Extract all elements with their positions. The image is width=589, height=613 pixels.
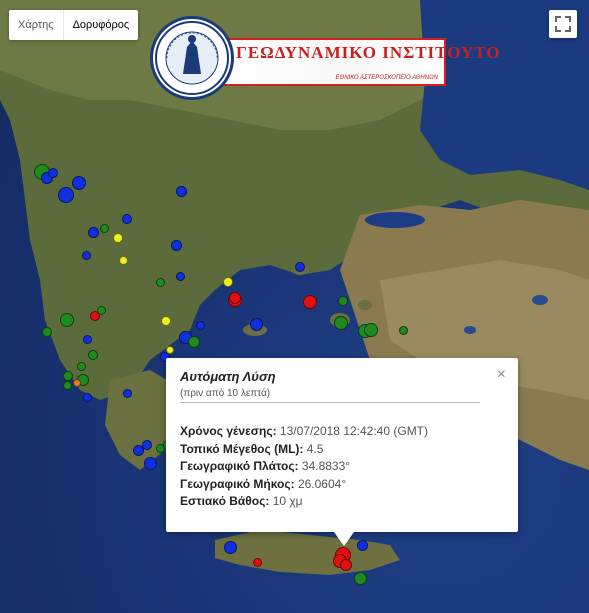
logo-title: ΓΕΩΔΥΝΑΜΙΚΟ ΙΝΣΤΙΤΟΥΤΟ	[236, 43, 501, 62]
earthquake-marker-green[interactable]	[364, 323, 378, 337]
logo-subtitle: ΕΘΝΙΚΟ ΑΣΤΕΡΟΣΚΟΠΕΙΟ ΑΘΗΝΩΝ	[335, 75, 438, 81]
popup-details: Χρόνος γένεσης: 13/07/2018 12:42:40 (GMT…	[180, 423, 428, 511]
earthquake-marker-yellow[interactable]	[166, 346, 174, 354]
earthquake-marker-green[interactable]	[63, 371, 73, 381]
earthquake-marker-blue[interactable]	[295, 262, 305, 272]
institute-logo: ΓΕΩΔΥΝΑΜΙΚΟ ΙΝΣΤΙΤΟΥΤΟ ΕΘΝΙΚΟ ΑΣΤΕΡΟΣΚΟΠ…	[150, 16, 500, 102]
detail-depth: Εστιακό Βάθος: 10 χμ	[180, 494, 303, 508]
earthquake-marker-blue[interactable]	[82, 334, 92, 344]
earthquake-marker-yellow[interactable]	[118, 255, 128, 265]
earthquake-marker-red[interactable]	[252, 557, 262, 567]
earthquake-marker-yellow[interactable]	[161, 316, 171, 326]
map-type-satellite-button[interactable]: Δορυφόρος	[62, 10, 139, 40]
earthquake-marker-green[interactable]	[99, 223, 109, 233]
detail-magnitude: Τοπικό Μέγεθος (ML): 4.5	[180, 441, 324, 456]
earthquake-marker-blue[interactable]	[356, 539, 368, 551]
map-type-map-button[interactable]: Χάρτης	[9, 10, 63, 40]
popup-divider	[180, 402, 480, 403]
earthquake-marker-green[interactable]	[188, 336, 200, 348]
earthquake-marker-green[interactable]	[334, 316, 348, 330]
earthquake-marker-blue[interactable]	[175, 271, 185, 281]
fullscreen-button[interactable]	[549, 10, 577, 38]
earthquake-marker-green[interactable]	[96, 305, 106, 315]
earthquake-info-popup: × Αυτόματη Λύση (πριν από 10 λεπτά) Χρόν…	[166, 358, 518, 546]
earthquake-marker-green[interactable]	[398, 325, 408, 335]
fullscreen-icon	[555, 16, 571, 32]
map-canvas[interactable]: Χάρτης Δορυφόρος ΓΕΩΔΥΝΑΜΙΚΟ ΙΝΣΤΙΤΟΥΤΟ …	[0, 0, 589, 613]
earthquake-marker-blue[interactable]	[249, 317, 263, 331]
detail-origin-time: Χρόνος γένεσης: 13/07/2018 12:42:40 (GMT…	[180, 424, 429, 438]
detail-longitude: Γεωγραφικό Μήκος: 26.0604°	[180, 476, 347, 491]
earthquake-marker-red[interactable]	[340, 559, 352, 571]
close-icon[interactable]: ×	[497, 366, 506, 384]
earthquake-marker-green[interactable]	[76, 361, 86, 371]
earthquake-marker-green[interactable]	[353, 571, 367, 585]
earthquake-marker-green[interactable]	[62, 380, 72, 390]
map-type-control: Χάρτης Δορυφόρος	[9, 10, 139, 40]
earthquake-marker-green[interactable]	[60, 313, 74, 327]
earthquake-marker-green[interactable]	[42, 327, 52, 337]
earthquake-marker-orange[interactable]	[73, 379, 81, 387]
earthquake-marker-blue[interactable]	[195, 320, 205, 330]
earthquake-marker-red[interactable]	[229, 292, 241, 304]
detail-latitude: Γεωγραφικό Πλάτος: 34.8833°	[180, 459, 351, 473]
earthquake-marker-blue[interactable]	[142, 440, 152, 450]
earthquake-marker-green[interactable]	[338, 296, 348, 306]
earthquake-marker-blue[interactable]	[143, 456, 157, 470]
earthquake-marker-blue[interactable]	[122, 214, 132, 224]
popup-subtitle: (πριν από 10 λεπτά)	[180, 388, 271, 399]
earthquake-marker-green[interactable]	[88, 350, 98, 360]
earthquake-marker-blue[interactable]	[81, 250, 91, 260]
logo-banner: ΓΕΩΔΥΝΑΜΙΚΟ ΙΝΣΤΙΤΟΥΤΟ ΕΘΝΙΚΟ ΑΣΤΕΡΟΣΚΟΠ…	[220, 38, 500, 86]
popup-title: Αυτόματη Λύση	[180, 369, 276, 384]
earthquake-marker-blue[interactable]	[87, 226, 99, 238]
earthquake-marker-red[interactable]	[303, 295, 317, 309]
earthquake-marker-blue[interactable]	[223, 540, 237, 554]
earthquake-marker-blue[interactable]	[48, 168, 58, 178]
earthquake-marker-blue[interactable]	[175, 185, 187, 197]
earthquake-marker-yellow[interactable]	[113, 233, 123, 243]
earthquake-marker-blue[interactable]	[58, 187, 74, 203]
earthquake-marker-blue[interactable]	[170, 239, 182, 251]
earthquake-marker-blue[interactable]	[72, 176, 86, 190]
seal-icon	[150, 16, 234, 100]
earthquake-marker-green[interactable]	[155, 277, 165, 287]
earthquake-marker-yellow[interactable]	[223, 277, 233, 287]
earthquake-marker-blue[interactable]	[122, 388, 132, 398]
earthquake-marker-blue[interactable]	[82, 392, 92, 402]
